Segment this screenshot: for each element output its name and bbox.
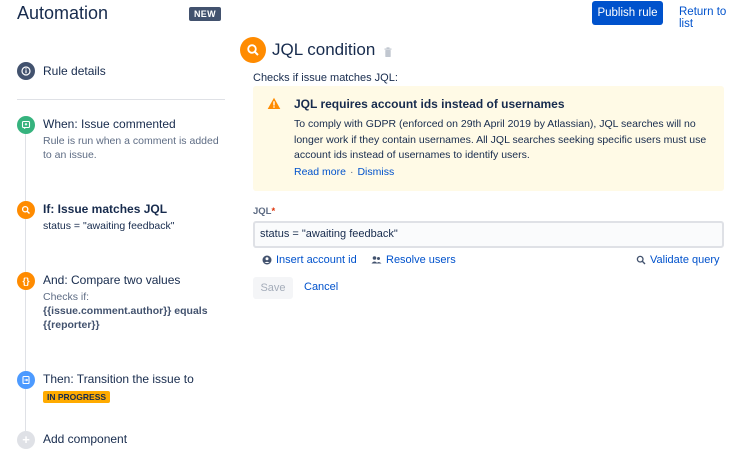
users-icon — [371, 256, 382, 264]
add-component-label: Add component — [43, 432, 128, 446]
search-icon — [636, 255, 646, 265]
warning-banner: JQL requires account ids instead of user… — [253, 86, 724, 191]
trash-icon[interactable] — [383, 45, 393, 63]
warning-icon — [267, 97, 281, 115]
separator: · — [349, 166, 354, 178]
step-then[interactable]: Then: Transition the issue to IN PROGRES… — [17, 371, 194, 405]
new-badge: NEW — [189, 7, 221, 21]
app-title: Automation — [17, 3, 109, 23]
insert-account-id-label: Insert account id — [276, 254, 357, 266]
step-title: Then: Transition the issue to — [43, 372, 194, 386]
validate-query-button[interactable]: Validate query — [636, 254, 720, 266]
jql-input[interactable]: status = "awaiting feedback" — [253, 221, 724, 248]
dismiss-link[interactable]: Dismiss — [357, 166, 394, 178]
warning-title: JQL requires account ids instead of user… — [294, 97, 565, 111]
validate-query-label: Validate query — [650, 254, 720, 266]
resolve-users-button[interactable]: Resolve users — [371, 254, 456, 266]
plus-icon: + — [17, 431, 35, 449]
user-icon — [262, 255, 272, 265]
required-marker: * — [271, 206, 276, 217]
step-subtitle: Rule is run when a comment is added to a… — [43, 135, 219, 161]
braces-icon: {} — [17, 272, 35, 290]
step-title: And: Compare two values — [43, 273, 181, 287]
description: Checks if issue matches JQL: — [253, 72, 398, 84]
return-to-list-link[interactable]: Return to list — [679, 6, 742, 30]
page-title: JQL condition — [272, 40, 376, 59]
step-if[interactable]: If: Issue matches JQL status = "awaiting… — [17, 201, 175, 233]
resolve-users-label: Resolve users — [386, 254, 456, 266]
step-subtitle: status = "awaiting feedback" — [43, 220, 175, 232]
rule-details-item[interactable]: Rule details — [17, 62, 106, 80]
warning-actions: Read more · Dismiss — [294, 166, 394, 178]
status-lozenge: IN PROGRESS — [43, 391, 111, 403]
jql-label: JQL* — [253, 206, 275, 217]
read-more-link[interactable]: Read more — [294, 166, 346, 178]
info-icon — [17, 62, 35, 80]
step-subtitle: Checks if: — [43, 291, 90, 303]
rule-details-label: Rule details — [43, 64, 106, 78]
comment-trigger-icon — [17, 116, 35, 134]
step-title: When: Issue commented — [43, 117, 176, 131]
search-icon — [240, 37, 266, 63]
sidebar-divider — [17, 99, 225, 100]
insert-account-id-button[interactable]: Insert account id — [262, 254, 357, 266]
jql-label-text: JQL — [253, 206, 272, 217]
step-and[interactable]: {} And: Compare two values Checks if: {{… — [17, 272, 223, 332]
step-code: {{issue.comment.author}} equals {{report… — [43, 305, 208, 331]
publish-rule-button[interactable]: Publish rule — [592, 1, 663, 25]
step-when[interactable]: When: Issue commented Rule is run when a… — [17, 116, 223, 162]
step-title: If: Issue matches JQL — [43, 202, 168, 216]
cancel-button[interactable]: Cancel — [304, 281, 338, 293]
warning-body: To comply with GDPR (enforced on 29th Ap… — [294, 118, 707, 161]
transition-icon — [17, 371, 35, 389]
add-component-button[interactable]: + Add component — [17, 431, 127, 449]
save-button[interactable]: Save — [253, 277, 293, 299]
search-icon — [17, 201, 35, 219]
